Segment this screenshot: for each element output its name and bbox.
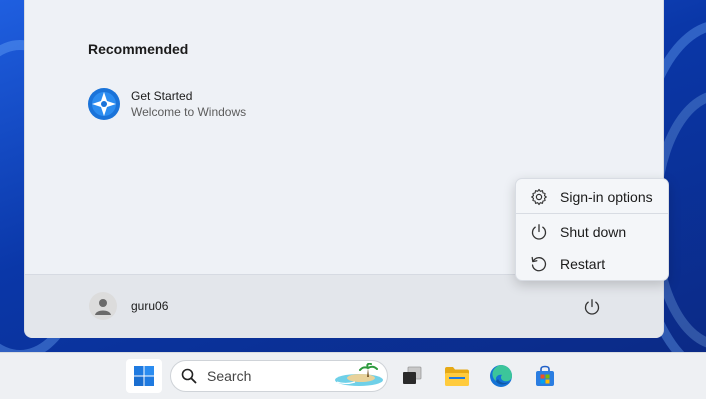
power-options-menu: Sign-in options Shut down Restart [515, 178, 669, 281]
store-icon [536, 365, 554, 386]
user-avatar-icon [89, 292, 117, 320]
menu-item-shut-down[interactable]: Shut down [516, 217, 668, 247]
recommended-item-get-started[interactable]: Get Started Welcome to Windows [87, 84, 287, 124]
username-label: guru06 [131, 299, 169, 313]
recommended-heading: Recommended [88, 41, 189, 57]
taskbar: Search [0, 352, 706, 399]
menu-divider [516, 213, 668, 214]
task-view-button[interactable] [394, 359, 430, 393]
recommended-item-subtitle: Welcome to Windows [131, 105, 247, 119]
menu-item-sign-in-options[interactable]: Sign-in options [516, 182, 668, 212]
file-explorer-button[interactable] [439, 359, 475, 393]
microsoft-store-button[interactable] [527, 359, 563, 393]
taskbar-search-box[interactable]: Search [170, 360, 388, 392]
edge-browser-button[interactable] [483, 359, 519, 393]
menu-item-label: Restart [560, 256, 606, 272]
gear-icon [531, 188, 547, 206]
start-menu-footer: guru06 [25, 274, 663, 338]
power-button[interactable] [580, 295, 604, 319]
start-button[interactable] [126, 359, 162, 393]
recommended-item-name: Get Started [131, 89, 193, 103]
menu-item-restart[interactable]: Restart [516, 249, 668, 279]
get-started-icon [88, 88, 120, 120]
menu-item-label: Shut down [560, 224, 627, 240]
file-explorer-icon [445, 367, 469, 386]
search-placeholder: Search [207, 368, 252, 384]
menu-item-label: Sign-in options [560, 189, 653, 205]
user-account-button[interactable]: guru06 [89, 292, 168, 320]
start-menu: Recommended Get Started Welcome to Windo… [24, 0, 664, 338]
power-icon [531, 224, 547, 240]
edge-icon [490, 365, 512, 387]
power-icon [584, 299, 600, 315]
search-icon [181, 368, 197, 384]
task-view-icon [403, 366, 422, 384]
restart-icon [531, 256, 547, 272]
search-highlight-island-icon [335, 363, 383, 386]
start-icon [134, 366, 154, 386]
